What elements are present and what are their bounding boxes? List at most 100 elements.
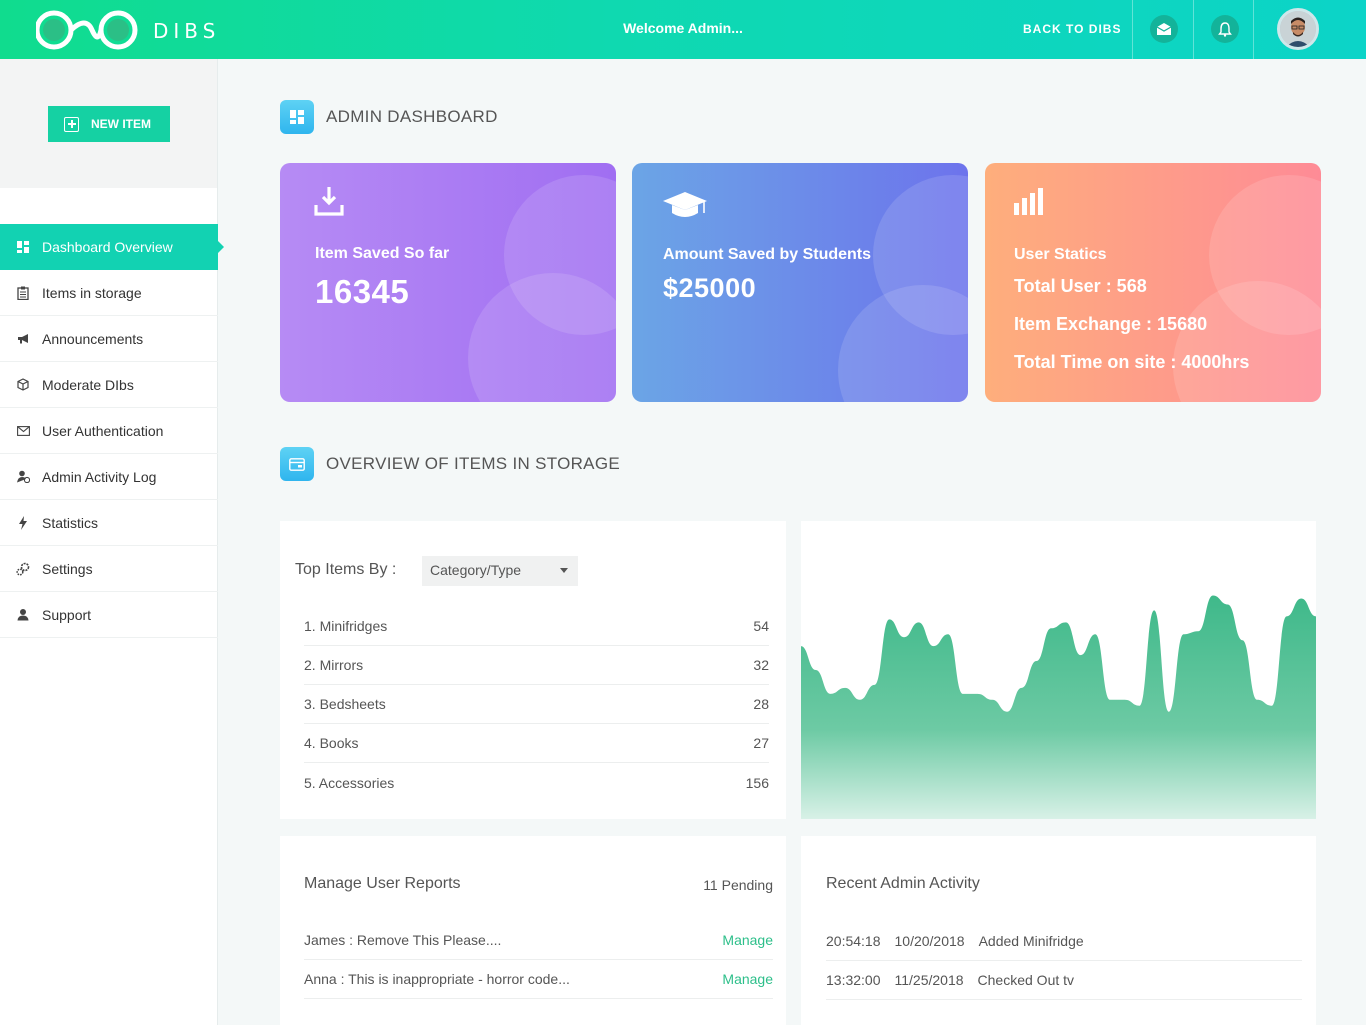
sidebar-item-user-authentication[interactable]: User Authentication bbox=[0, 408, 218, 454]
activity-row: 20:54:18 10/20/2018 Added Minifridge bbox=[826, 922, 1302, 961]
item-exchange-stat: Item Exchange : 15680 bbox=[1014, 314, 1208, 334]
activity-list: 20:54:18 10/20/2018 Added Minifridge 13:… bbox=[826, 922, 1302, 1000]
top-items-label: Top Items By : bbox=[295, 561, 397, 578]
activity-action: Added Minifridge bbox=[978, 933, 1084, 949]
activity-date: 11/25/2018 bbox=[894, 972, 964, 988]
cube-icon bbox=[16, 378, 30, 392]
sidebar-item-label: Support bbox=[42, 606, 92, 623]
list-item[interactable]: 3. Bedsheets 28 bbox=[304, 685, 769, 724]
decorative-circle bbox=[1173, 281, 1321, 402]
storage-area-chart-panel bbox=[801, 521, 1316, 819]
mail-check-icon bbox=[16, 424, 30, 438]
bell-icon[interactable] bbox=[1211, 15, 1239, 43]
sidebar-item-label: Statistics bbox=[42, 514, 99, 531]
activity-action: Checked Out tv bbox=[977, 972, 1075, 988]
megaphone-icon bbox=[16, 332, 30, 346]
back-to-dibs-link[interactable]: BACK TO DIBS bbox=[1023, 22, 1121, 36]
item-name: 2. Mirrors bbox=[304, 657, 364, 673]
activity-date: 10/20/2018 bbox=[894, 933, 965, 949]
panel-title: Recent Admin Activity bbox=[826, 875, 980, 892]
total-time-stat: Total Time on site : 4000hrs bbox=[1014, 352, 1250, 372]
item-count: 54 bbox=[753, 618, 769, 634]
sidebar-item-settings[interactable]: Settings bbox=[0, 546, 218, 592]
sidebar-item-label: User Authentication bbox=[42, 422, 164, 439]
panel-title: Manage User Reports bbox=[304, 875, 461, 892]
sidebar-item-statistics[interactable]: Statistics bbox=[0, 500, 218, 546]
graduation-cap-icon bbox=[663, 192, 707, 217]
sidebar-item-moderate-dibs[interactable]: Moderate DIbs bbox=[0, 362, 218, 408]
top-bar: DIBS Welcome Admin... BACK TO DIBS bbox=[0, 0, 1366, 59]
list-item[interactable]: 4. Books 27 bbox=[304, 724, 769, 763]
report-row: Anna : This is inappropriate - horror co… bbox=[304, 960, 773, 999]
items-saved-card: Item Saved So far 16345 bbox=[280, 163, 616, 402]
activity-row: 13:32:00 11/25/2018 Checked Out tv bbox=[826, 961, 1302, 1000]
bar-chart-icon bbox=[1014, 188, 1043, 215]
list-item[interactable]: 1. Minifridges 54 bbox=[304, 607, 769, 646]
select-value: Category/Type bbox=[430, 562, 522, 578]
grid-icon bbox=[16, 240, 30, 254]
user-statistics-label: User Statics bbox=[1014, 246, 1107, 263]
page-title: ADMIN DASHBOARD bbox=[326, 107, 498, 126]
item-name: 5. Accessories bbox=[304, 774, 395, 791]
manage-link[interactable]: Manage bbox=[722, 971, 773, 987]
item-count: 32 bbox=[753, 657, 769, 673]
items-saved-label: Item Saved So far bbox=[315, 245, 450, 262]
item-count: 156 bbox=[745, 774, 769, 791]
amount-saved-card: Amount Saved by Students $25000 bbox=[632, 163, 968, 402]
divider bbox=[1132, 0, 1133, 59]
user-statistics-card: User Statics Total User : 568 Item Excha… bbox=[985, 163, 1321, 402]
avatar[interactable] bbox=[1277, 8, 1319, 50]
item-count: 28 bbox=[753, 696, 769, 712]
decorative-circle bbox=[838, 285, 968, 402]
sidebar-item-admin-activity-log[interactable]: Admin Activity Log bbox=[0, 454, 218, 500]
new-item-button[interactable]: NEW ITEM bbox=[48, 106, 170, 142]
amount-saved-value: $25000 bbox=[663, 273, 757, 303]
activity-time: 20:54:18 bbox=[826, 933, 881, 949]
report-text: Anna : This is inappropriate - horror co… bbox=[304, 971, 570, 987]
list-item[interactable]: 5. Accessories 156 bbox=[304, 763, 769, 802]
item-count: 27 bbox=[753, 735, 769, 751]
report-text: James : Remove This Please.... bbox=[304, 932, 502, 948]
bolt-icon bbox=[16, 515, 30, 530]
list-item[interactable]: 2. Mirrors 32 bbox=[304, 646, 769, 685]
admin-dashboard-header: ADMIN DASHBOARD bbox=[280, 100, 498, 134]
sidebar-item-label: Dashboard Overview bbox=[42, 238, 173, 255]
top-items-list: 1. Minifridges 54 2. Mirrors 32 3. Bedsh… bbox=[304, 607, 769, 802]
sidebar-item-dashboard-overview[interactable]: Dashboard Overview bbox=[0, 224, 224, 270]
sidebar-header: NEW ITEM bbox=[0, 59, 217, 188]
sidebar-item-announcements[interactable]: Announcements bbox=[0, 316, 218, 362]
item-name: 1. Minifridges bbox=[304, 618, 388, 634]
reports-list: James : Remove This Please.... Manage An… bbox=[304, 921, 773, 999]
pending-count: 11 Pending bbox=[703, 877, 773, 893]
sidebar-item-label: Admin Activity Log bbox=[42, 468, 157, 485]
support-icon bbox=[16, 608, 30, 622]
storage-overview-header: OVERVIEW OF ITEMS IN STORAGE bbox=[280, 447, 620, 481]
sidebar-nav: Dashboard Overview Items in storage Anno… bbox=[0, 224, 224, 638]
sidebar-item-items-in-storage[interactable]: Items in storage bbox=[0, 270, 218, 316]
sidebar-item-label: Items in storage bbox=[42, 284, 142, 301]
storage-area-chart bbox=[801, 595, 1316, 819]
storage-icon bbox=[280, 447, 314, 481]
manage-link[interactable]: Manage bbox=[722, 932, 773, 948]
decorative-circle bbox=[468, 273, 616, 402]
total-user-stat: Total User : 568 bbox=[1014, 276, 1147, 296]
sidebar-item-label: Settings bbox=[42, 560, 93, 577]
sidebar-item-label: Moderate DIbs bbox=[42, 376, 134, 393]
user-reports-panel: Manage User Reports 11 Pending James : R… bbox=[280, 836, 786, 1025]
amount-saved-label: Amount Saved by Students bbox=[663, 246, 872, 263]
sidebar: NEW ITEM Dashboard Overview Items in sto… bbox=[0, 59, 224, 1025]
sidebar-item-label: Announcements bbox=[42, 330, 144, 347]
area-series bbox=[801, 595, 1316, 819]
new-item-label: NEW ITEM bbox=[91, 117, 151, 131]
gears-icon bbox=[16, 562, 30, 576]
items-saved-value: 16345 bbox=[315, 273, 410, 310]
top-items-filter-select[interactable]: Category/Type bbox=[422, 556, 578, 586]
dashboard-icon bbox=[280, 100, 314, 134]
sidebar-item-support[interactable]: Support bbox=[0, 592, 218, 638]
divider bbox=[1253, 0, 1254, 59]
clipboard-icon bbox=[16, 286, 30, 300]
item-name: 3. Bedsheets bbox=[304, 696, 386, 712]
item-name: 4. Books bbox=[304, 735, 359, 751]
plus-icon bbox=[64, 116, 79, 132]
mail-icon[interactable] bbox=[1150, 15, 1178, 43]
